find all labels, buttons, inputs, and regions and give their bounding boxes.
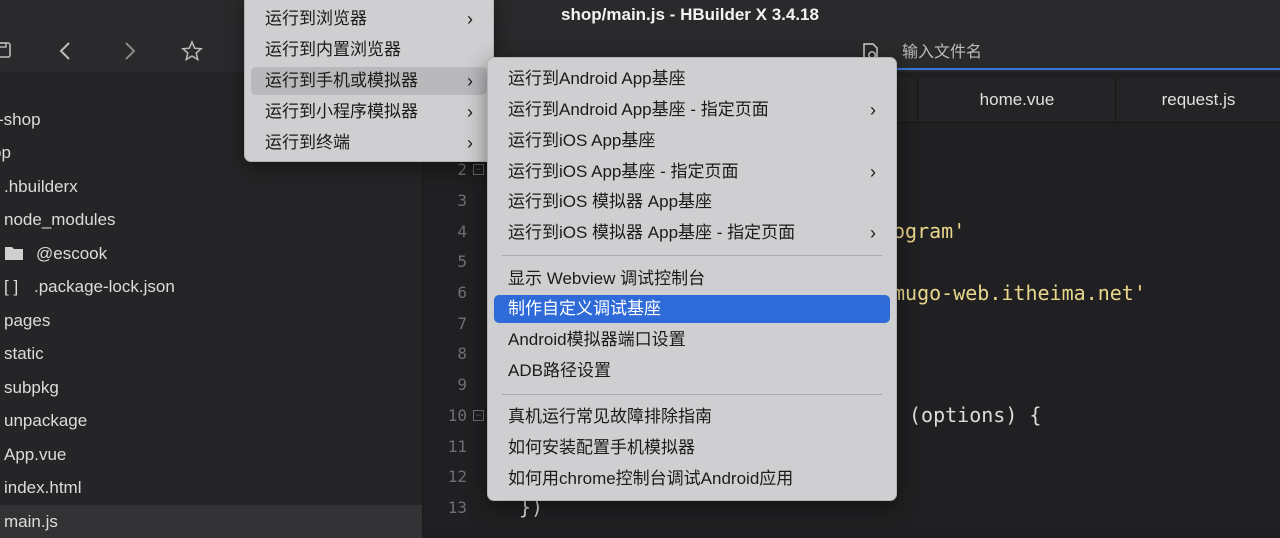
chevron-right-icon: › [870, 162, 876, 182]
run-phone-submenu: 运行到Android App基座 运行到Android App基座 - 指定页面… [487, 57, 897, 501]
tree-item-package-lock[interactable]: [ ] .package-lock.json [0, 270, 422, 303]
menu-item-custom-debug-base[interactable]: 制作自定义调试基座 [494, 295, 890, 323]
forward-icon[interactable] [120, 40, 144, 64]
tree-item-app-vue[interactable]: App.vue [0, 438, 422, 471]
menu-item-ios-base[interactable]: 运行到iOS App基座 [494, 127, 890, 155]
tree-item-hbuilderx[interactable]: .hbuilderx [0, 170, 422, 203]
window-title: shop/main.js - HBuilder X 3.4.18 [561, 5, 819, 24]
line-number: 12 [447, 467, 467, 486]
chevron-right-icon: › [870, 100, 876, 120]
line-number: 5 [457, 252, 467, 271]
run-menu: 运行到浏览器 › 运行到内置浏览器 运行到手机或模拟器 › 运行到小程序模拟器 › 运… [244, 0, 494, 162]
tree-item-pages[interactable]: pages [0, 304, 422, 337]
back-icon[interactable] [56, 40, 80, 64]
line-number: 2 [457, 160, 467, 179]
tree-item-unpackage[interactable]: unpackage [0, 404, 422, 437]
line-number: 4 [457, 222, 467, 241]
line-number: 10 [447, 406, 467, 425]
menu-item-ios-base-page[interactable]: 运行到iOS App基座 - 指定页面 › [494, 158, 890, 186]
fold-icon[interactable]: − [473, 410, 484, 421]
save-icon[interactable] [0, 40, 18, 64]
file-search-box [858, 36, 1280, 70]
line-number: 8 [457, 344, 467, 363]
tree-item-static[interactable]: static [0, 337, 422, 370]
menu-item-chrome-debug-guide[interactable]: 如何用chrome控制台调试Android应用 [494, 465, 890, 493]
menu-item-android-base-page[interactable]: 运行到Android App基座 - 指定页面 › [494, 96, 890, 124]
chevron-right-icon: › [870, 223, 876, 243]
code-line-4: ogram' [893, 219, 966, 243]
menu-item-android-emulator-port[interactable]: Android模拟器端口设置 [494, 326, 890, 354]
menu-item-install-emulator-guide[interactable]: 如何安装配置手机模拟器 [494, 434, 890, 462]
menu-item-webview-console[interactable]: 显示 Webview 调试控制台 [494, 265, 890, 293]
fold-icon[interactable]: − [473, 164, 484, 175]
folder-icon [5, 246, 23, 260]
menu-item-run-builtin-browser[interactable]: 运行到内置浏览器 [251, 36, 487, 64]
tree-item-index-html[interactable]: index.html [0, 471, 422, 504]
tree-item-subpkg[interactable]: subpkg [0, 371, 422, 404]
search-input[interactable] [900, 41, 1224, 65]
star-icon[interactable] [180, 40, 205, 64]
chevron-right-icon: › [467, 133, 473, 153]
tab-home-vue[interactable]: home.vue [917, 78, 1116, 122]
menu-separator [502, 255, 882, 256]
tab-request-js[interactable]: request.js [1115, 78, 1280, 122]
code-line-6: mugo-web.itheima.net' [893, 281, 1146, 305]
menu-item-run-terminal[interactable]: 运行到终端 › [251, 129, 487, 157]
menu-item-ios-simulator-base-page[interactable]: 运行到iOS 模拟器 App基座 - 指定页面 › [494, 219, 890, 247]
line-number: 9 [457, 375, 467, 394]
menu-item-troubleshooting-guide[interactable]: 真机运行常见故障排除指南 [494, 403, 890, 431]
line-number: 6 [457, 283, 467, 302]
json-icon: [ ] [4, 277, 19, 296]
menu-separator [502, 394, 882, 395]
menu-item-run-miniprogram[interactable]: 运行到小程序模拟器 › [251, 98, 487, 126]
line-number: 3 [457, 191, 467, 210]
line-number: 11 [447, 437, 467, 456]
menu-item-adb-path[interactable]: ADB路径设置 [494, 357, 890, 385]
tree-item-main-js[interactable]: main.js [0, 505, 422, 538]
line-number: 13 [447, 498, 467, 517]
title-bar: shop/main.js - HBuilder X 3.4.18 [0, 0, 1280, 32]
tree-item-escook[interactable]: @escook [0, 237, 422, 270]
chevron-right-icon: › [467, 9, 473, 29]
chevron-right-icon: › [467, 102, 473, 122]
menu-item-run-browser[interactable]: 运行到浏览器 › [251, 5, 487, 33]
chevron-right-icon: › [467, 71, 473, 91]
menu-item-run-phone-emulator[interactable]: 运行到手机或模拟器 › [251, 67, 487, 95]
code-line-10: (options) { [909, 403, 1042, 427]
menu-item-android-base[interactable]: 运行到Android App基座 [494, 65, 890, 93]
line-number: 7 [457, 314, 467, 333]
menu-item-ios-simulator-base[interactable]: 运行到iOS 模拟器 App基座 [494, 188, 890, 216]
tree-item-node-modules[interactable]: node_modules [0, 203, 422, 236]
